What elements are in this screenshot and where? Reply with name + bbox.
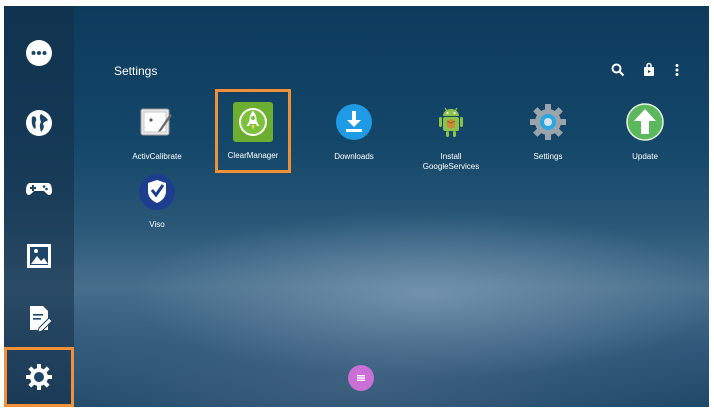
calibrate-icon [140, 108, 172, 136]
app-label: ClearManager [227, 151, 279, 160]
android-icon [439, 107, 463, 137]
more-options-button[interactable] [669, 62, 685, 78]
shield-check-icon [139, 174, 175, 210]
app-activcalibrate[interactable]: ActivCalibrate [112, 102, 202, 162]
launcher-screen: Settings ActivCalibrate ClearManager Dow… [4, 6, 709, 407]
store-button[interactable] [641, 62, 657, 78]
media-image-icon [27, 244, 51, 268]
app-label: Viso [149, 220, 165, 229]
chat-bubble-icon [26, 40, 52, 66]
app-clearmanager[interactable]: ClearManager [215, 89, 291, 173]
menu-lines-icon [357, 375, 365, 381]
more-vert-icon [675, 64, 679, 76]
gamepad-icon [26, 183, 52, 195]
download-icon [336, 104, 372, 140]
app-settings[interactable]: Settings [503, 102, 593, 162]
sidebar-item-media[interactable] [4, 224, 74, 288]
arrow-up-icon [626, 103, 664, 141]
sidebar-item-browser[interactable] [4, 91, 74, 155]
app-label: Settings [533, 152, 563, 161]
sidebar-item-games[interactable] [4, 156, 74, 220]
globe-icon [26, 110, 52, 136]
app-downloads[interactable]: Downloads [309, 102, 399, 162]
app-install-googleservices[interactable]: Install GoogleServices [406, 102, 496, 172]
app-label: Update [632, 152, 658, 161]
sidebar [4, 6, 74, 407]
sidebar-item-settings[interactable] [4, 347, 74, 407]
search-button[interactable] [610, 62, 626, 78]
app-viso[interactable]: Viso [112, 172, 202, 230]
search-icon [611, 63, 625, 77]
page-title: Settings [114, 64, 158, 78]
gear-icon [26, 364, 52, 390]
app-update[interactable]: Update [600, 102, 690, 162]
app-label: Install GoogleServices [422, 152, 480, 171]
rocket-icon [233, 102, 273, 142]
sidebar-item-messages[interactable] [4, 21, 74, 85]
gear-icon [530, 104, 566, 140]
document-edit-icon [30, 306, 53, 333]
app-label: Downloads [334, 152, 374, 161]
store-bag-icon [644, 62, 654, 76]
app-label: ActivCalibrate [132, 152, 182, 161]
app-drawer-button[interactable] [348, 365, 374, 391]
sidebar-item-notes[interactable] [4, 286, 74, 350]
